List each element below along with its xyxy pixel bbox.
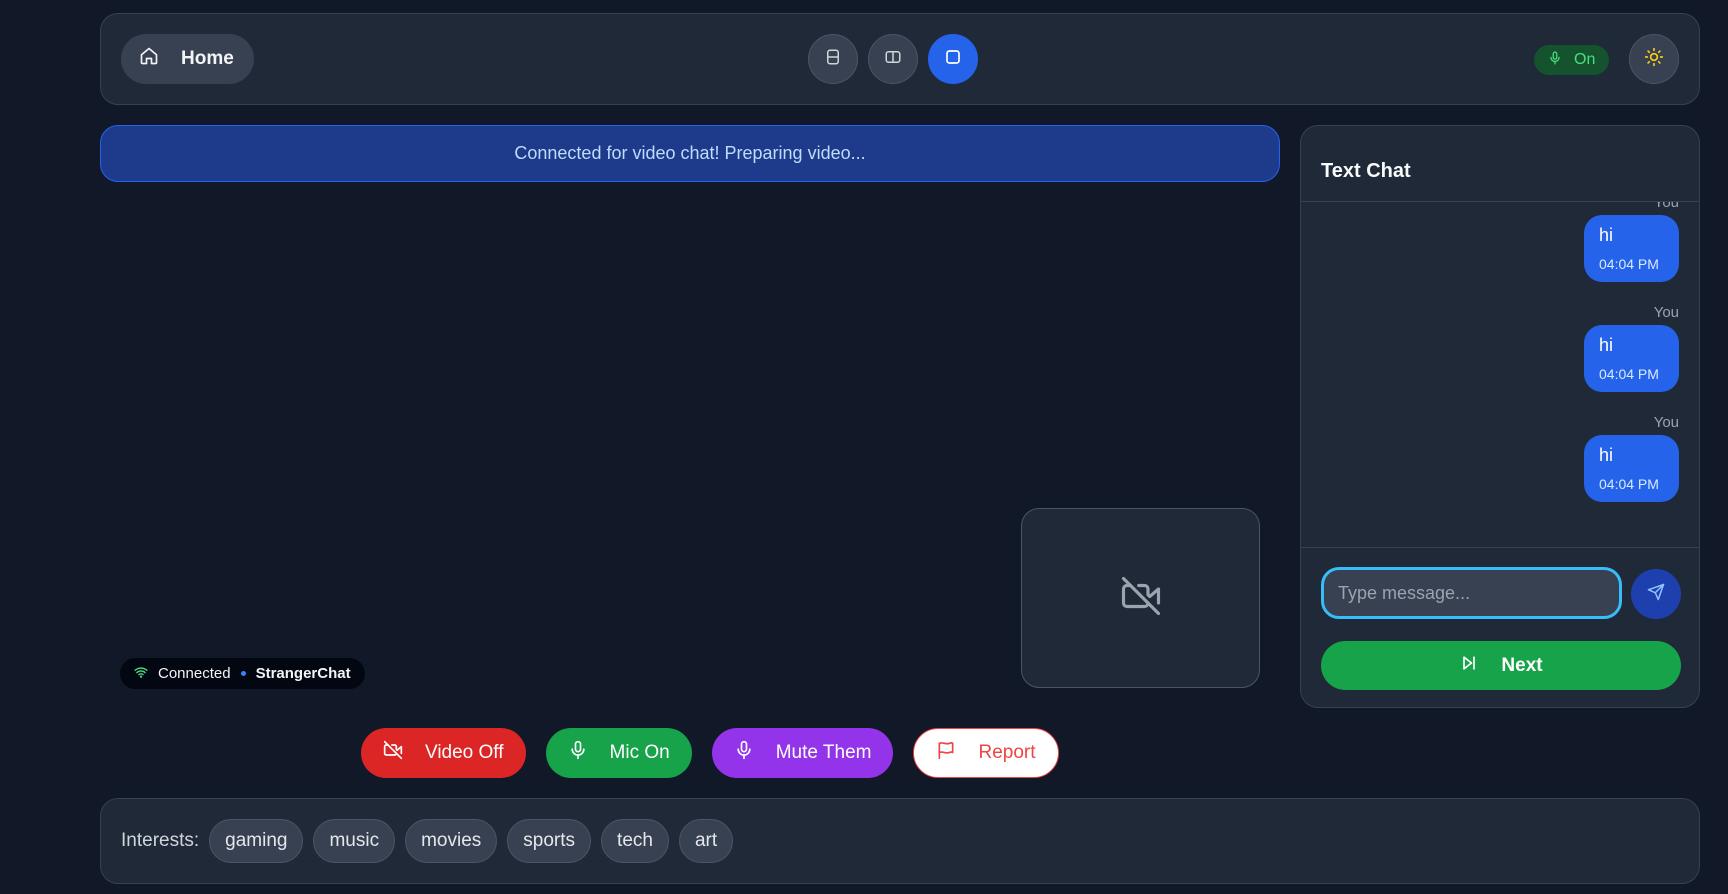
status-banner: Connected for video chat! Preparing vide… [100, 125, 1280, 182]
video-off-label: Video Off [425, 742, 504, 763]
message-input[interactable] [1321, 567, 1622, 619]
mute-them-button[interactable]: Mute Them [711, 728, 894, 778]
interest-tag[interactable]: movies [405, 819, 498, 863]
layout-rows-button[interactable] [808, 34, 858, 84]
sun-icon [1644, 47, 1664, 72]
connection-status: Connected StrangerChat [120, 658, 365, 689]
message-time: 04:04 PM [1599, 366, 1659, 382]
layout-rows-icon [824, 48, 842, 71]
layout-switcher [808, 34, 978, 84]
text-chat-panel: Text Chat You hi 04:04 PM You hi 04:04 P… [1300, 125, 1700, 708]
mic-icon [568, 740, 588, 766]
report-label: Report [978, 742, 1036, 763]
call-controls: Video Off Mic On Mute Them Report [361, 728, 1059, 778]
video-off-button[interactable]: Video Off [361, 728, 526, 778]
interests-bar: Interests: gaming music movies sports te… [100, 798, 1700, 884]
home-button[interactable]: Home [121, 34, 254, 84]
wifi-icon [134, 665, 148, 683]
interest-tag[interactable]: art [678, 819, 734, 863]
message-text: hi [1599, 445, 1614, 465]
message-bubble: hi 04:04 PM [1584, 435, 1679, 502]
status-text: Connected for video chat! Preparing vide… [514, 143, 866, 163]
next-button[interactable]: Next [1321, 641, 1681, 690]
theme-toggle-button[interactable] [1629, 34, 1679, 84]
video-off-icon [1120, 575, 1162, 622]
chat-footer: Next [1301, 547, 1699, 707]
message-bubble: hi 04:04 PM [1584, 325, 1679, 392]
message-time: 04:04 PM [1599, 476, 1659, 492]
interest-tag[interactable]: tech [601, 819, 669, 863]
chat-message: You hi 04:04 PM [1584, 202, 1679, 282]
home-label: Home [181, 48, 234, 69]
layout-single-button[interactable] [928, 34, 978, 84]
interests-label: Interests: [121, 830, 200, 851]
message-text: hi [1599, 335, 1614, 355]
report-button[interactable]: Report [913, 728, 1059, 778]
home-icon [139, 46, 159, 72]
message-sender: You [1653, 304, 1679, 321]
connection-state: Connected [158, 665, 231, 682]
message-text: hi [1599, 225, 1614, 245]
flag-icon [936, 740, 956, 766]
send-button[interactable] [1631, 569, 1681, 619]
chat-message: You hi 04:04 PM [1584, 414, 1679, 502]
interest-tag[interactable]: gaming [209, 819, 304, 863]
skip-forward-icon [1459, 653, 1479, 679]
top-navbar: Home On [100, 13, 1700, 105]
interest-tag[interactable]: music [313, 819, 396, 863]
next-label: Next [1501, 654, 1543, 676]
self-video-preview [1021, 508, 1260, 688]
mic-icon [1548, 51, 1562, 70]
separator-dot [240, 671, 246, 676]
mic-on-label: Mic On [609, 742, 670, 763]
square-icon [944, 48, 962, 71]
mute-them-label: Mute Them [775, 742, 872, 763]
brand-name: StrangerChat [255, 665, 351, 682]
layout-columns-button[interactable] [868, 34, 918, 84]
send-icon [1647, 583, 1665, 606]
mic-status-label: On [1574, 51, 1596, 68]
chat-title: Text Chat [1301, 126, 1699, 202]
mic-on-button[interactable]: Mic On [545, 728, 692, 778]
message-time: 04:04 PM [1599, 256, 1659, 272]
interest-tag[interactable]: sports [507, 819, 592, 863]
message-bubble: hi 04:04 PM [1584, 215, 1679, 282]
mic-status-badge: On [1534, 45, 1610, 75]
layout-columns-icon [884, 48, 902, 71]
video-off-icon [383, 740, 403, 766]
chat-message-list[interactable]: You hi 04:04 PM You hi 04:04 PM You hi 0… [1301, 202, 1699, 548]
message-sender: You [1653, 202, 1679, 211]
mic-icon [734, 740, 754, 766]
message-sender: You [1653, 414, 1679, 431]
chat-message: You hi 04:04 PM [1584, 304, 1679, 392]
